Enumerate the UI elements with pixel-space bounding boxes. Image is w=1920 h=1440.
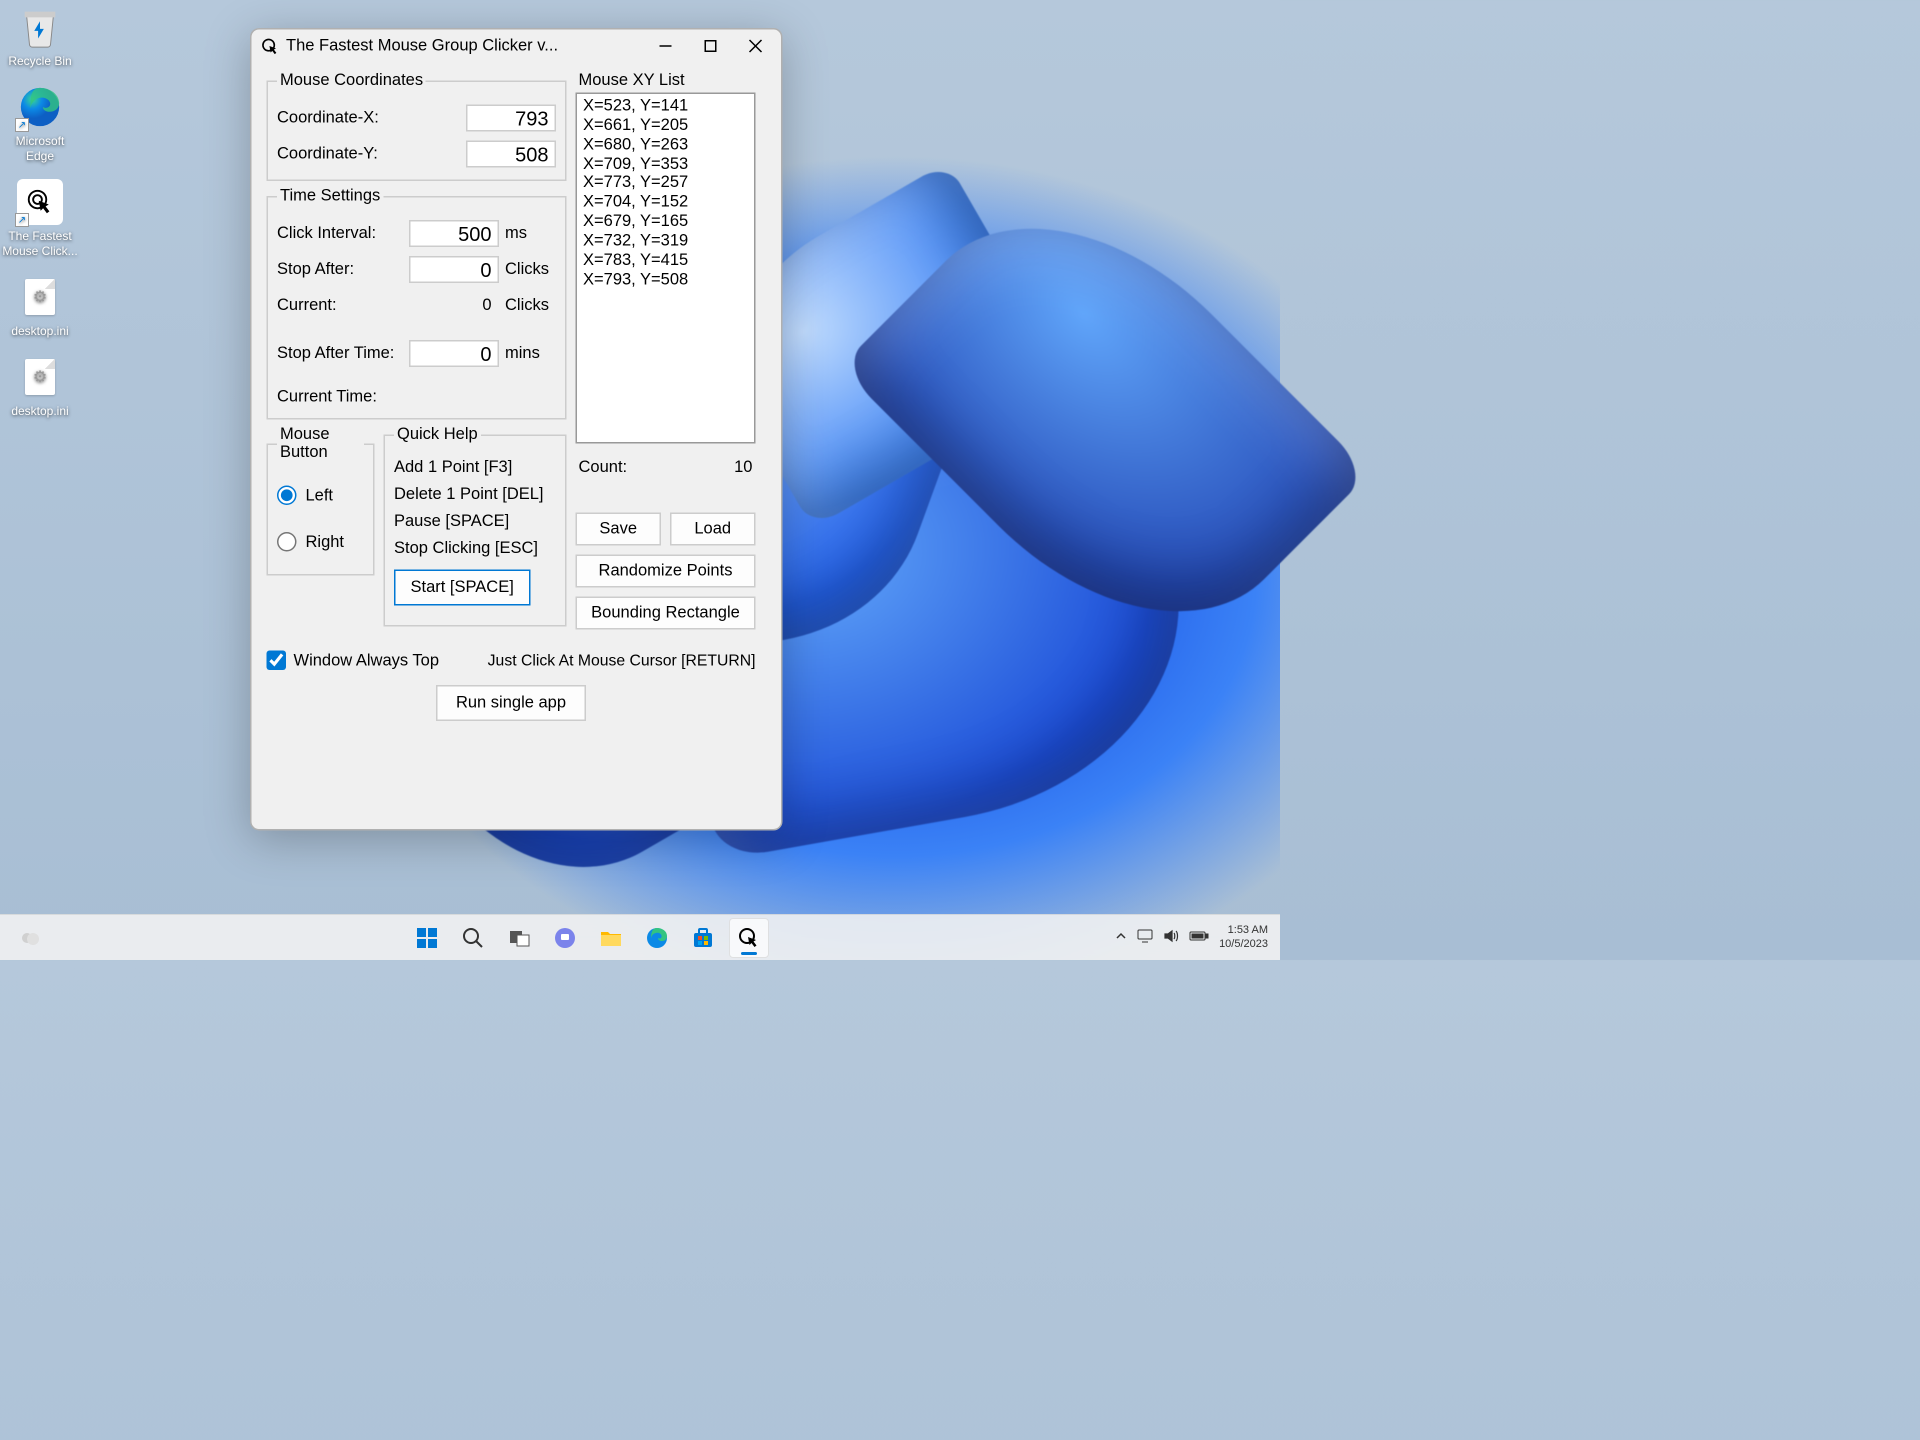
app-window: The Fastest Mouse Group Clicker v... Mou… (250, 28, 783, 831)
xy-list-item[interactable]: X=680, Y=263 (583, 136, 748, 155)
tray-chevron-icon[interactable] (1115, 930, 1127, 945)
stop-after-input[interactable] (409, 256, 499, 283)
desktop-icon-edge[interactable]: ↗ Microsoft Edge (0, 84, 80, 163)
explorer-button[interactable] (591, 918, 631, 958)
desktop-icon-ini-2[interactable]: desktop.ini (0, 354, 80, 418)
mouse-right-radio[interactable]: Right (277, 532, 364, 552)
tray-display-icon[interactable] (1137, 928, 1153, 947)
clicker-app-icon: ↗ (17, 179, 63, 225)
task-view-button[interactable] (499, 918, 539, 958)
desktop-icon-label: Recycle Bin (0, 54, 80, 68)
help-line: Pause [SPACE] (394, 513, 556, 531)
tray-battery-icon[interactable] (1189, 930, 1209, 945)
unit-label: mins (505, 345, 556, 363)
cursor-hint: Just Click At Mouse Cursor [RETURN] (488, 651, 756, 669)
xy-list-item[interactable]: X=773, Y=257 (583, 174, 748, 193)
desktop-icon-label: Microsoft Edge (0, 134, 80, 163)
coord-y-label: Coordinate-Y: (277, 145, 466, 163)
time-settings-group: Time Settings Click Interval: ms Stop Af… (267, 187, 567, 420)
coord-y-input[interactable] (466, 141, 556, 168)
app-icon (261, 36, 281, 56)
start-button[interactable]: Start [SPACE] (394, 570, 530, 606)
ini-file-icon (17, 274, 63, 320)
group-legend: Time Settings (277, 187, 383, 205)
load-button[interactable]: Load (670, 513, 756, 546)
unit-label: ms (505, 225, 556, 243)
current-clicks-value: 0 (409, 292, 499, 319)
count-value: 10 (734, 459, 752, 477)
run-single-button[interactable]: Run single app (436, 685, 585, 721)
quick-help-group: Quick Help Add 1 Point [F3] Delete 1 Poi… (384, 426, 567, 627)
unit-label: Clicks (505, 261, 556, 279)
desktop-icon-recycle-bin[interactable]: Recycle Bin (0, 4, 80, 68)
xy-list-item[interactable]: X=661, Y=205 (583, 116, 748, 135)
current-time-label: Current Time: (277, 388, 556, 406)
minimize-button[interactable] (643, 31, 688, 61)
taskbar: 1:53 AM 10/5/2023 (0, 914, 1280, 960)
stop-after-label: Stop After: (277, 261, 409, 279)
stop-time-label: Stop After Time: (277, 345, 409, 363)
click-interval-label: Click Interval: (277, 225, 409, 243)
clicker-taskbar-button[interactable] (729, 918, 769, 958)
coord-x-input[interactable] (466, 105, 556, 132)
xy-list-item[interactable]: X=704, Y=152 (583, 193, 748, 212)
desktop-icon-label: The Fastest Mouse Click... (0, 229, 80, 258)
taskbar-date: 10/5/2023 (1219, 938, 1268, 951)
help-line: Stop Clicking [ESC] (394, 540, 556, 558)
weather-widget[interactable] (10, 918, 50, 958)
titlebar[interactable]: The Fastest Mouse Group Clicker v... (252, 30, 782, 63)
mouse-left-radio[interactable]: Left (277, 486, 364, 506)
taskbar-time: 1:53 AM (1219, 924, 1268, 937)
edge-button[interactable] (637, 918, 677, 958)
xy-list[interactable]: X=523, Y=141X=661, Y=205X=680, Y=263X=70… (576, 93, 756, 444)
desktop-icon-ini-1[interactable]: desktop.ini (0, 274, 80, 338)
chat-button[interactable] (545, 918, 585, 958)
xy-list-item[interactable]: X=679, Y=165 (583, 213, 748, 232)
current-clicks-label: Current: (277, 297, 409, 315)
xy-list-item[interactable]: X=709, Y=353 (583, 155, 748, 174)
count-label: Count: (579, 459, 628, 477)
desktop-icon-clicker[interactable]: ↗ The Fastest Mouse Click... (0, 179, 80, 258)
group-legend: Quick Help (394, 426, 481, 444)
click-interval-input[interactable] (409, 220, 499, 247)
search-button[interactable] (453, 918, 493, 958)
group-legend: Mouse Button (277, 426, 364, 462)
xy-list-item[interactable]: X=793, Y=508 (583, 271, 748, 290)
unit-label: Clicks (505, 297, 556, 315)
always-top-checkbox[interactable]: Window Always Top (267, 651, 440, 671)
shortcut-arrow-icon: ↗ (15, 213, 29, 227)
edge-icon: ↗ (17, 84, 63, 130)
desktop-icon-label: desktop.ini (0, 404, 80, 418)
bounding-button[interactable]: Bounding Rectangle (576, 597, 756, 630)
help-line: Add 1 Point [F3] (394, 459, 556, 477)
recycle-bin-icon (17, 4, 63, 50)
shortcut-arrow-icon: ↗ (15, 118, 29, 132)
desktop-icons: Recycle Bin ↗ Microsoft Edge ↗ The Faste… (0, 4, 90, 435)
help-line: Delete 1 Point [DEL] (394, 486, 556, 504)
stop-time-input[interactable] (409, 340, 499, 367)
mouse-button-group: Mouse Button Left Right (267, 426, 375, 576)
xy-list-item[interactable]: X=523, Y=141 (583, 97, 748, 116)
window-title: The Fastest Mouse Group Clicker v... (286, 37, 643, 55)
mouse-coordinates-group: Mouse Coordinates Coordinate-X: Coordina… (267, 72, 567, 182)
xy-list-item[interactable]: X=732, Y=319 (583, 232, 748, 251)
taskbar-clock[interactable]: 1:53 AM 10/5/2023 (1219, 924, 1268, 950)
save-button[interactable]: Save (576, 513, 662, 546)
close-button[interactable] (733, 31, 778, 61)
ini-file-icon (17, 354, 63, 400)
group-legend: Mouse Coordinates (277, 72, 426, 90)
xy-list-item[interactable]: X=783, Y=415 (583, 251, 748, 270)
desktop-icon-label: desktop.ini (0, 324, 80, 338)
coord-x-label: Coordinate-X: (277, 109, 466, 127)
xy-list-label: Mouse XY List (579, 72, 756, 90)
maximize-button[interactable] (688, 31, 733, 61)
tray-volume-icon[interactable] (1163, 928, 1179, 947)
start-button[interactable] (407, 918, 447, 958)
randomize-button[interactable]: Randomize Points (576, 555, 756, 588)
store-button[interactable] (683, 918, 723, 958)
